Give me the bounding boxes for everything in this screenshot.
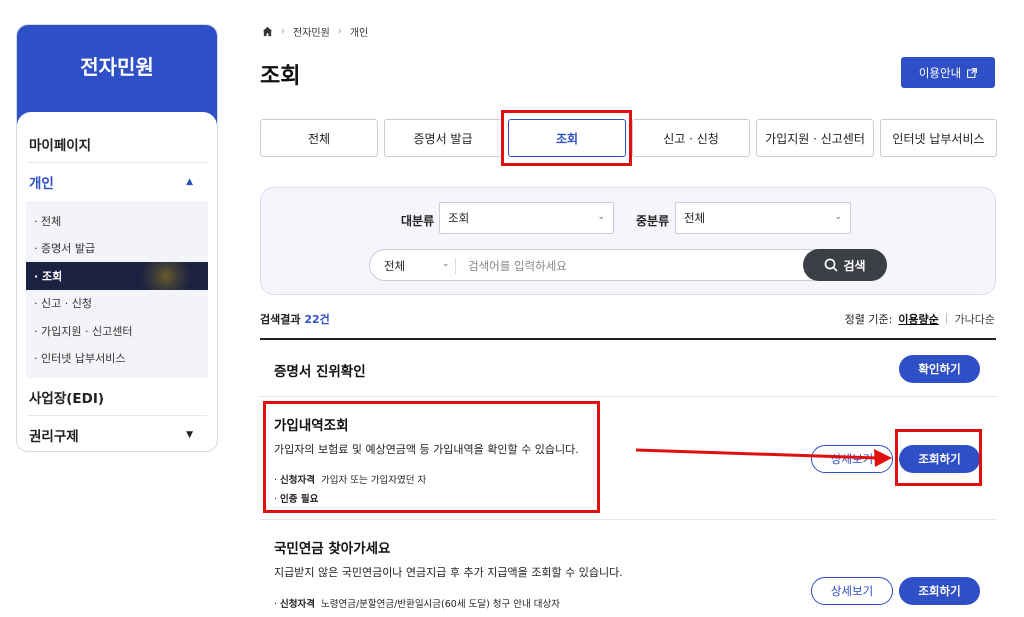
page-title: 조회 bbox=[260, 64, 301, 89]
tab-inquiry[interactable]: 조회 bbox=[508, 119, 626, 157]
search-bar: 전체 ⌄ 검색어를 입력하세요 검색 bbox=[369, 249, 887, 281]
detail-button[interactable]: 상세보기 bbox=[811, 577, 893, 605]
row-title: 증명서 진위확인 bbox=[274, 364, 366, 380]
result-row: 국민연금 찾아가세요 지급받지 않은 국민연금이나 연금지급 후 추가 지급액을… bbox=[260, 520, 996, 617]
sidebar-submenu: · 전체 · 증명서 발급 · 조회 · 신고 · 신청 · 가입지원 · 신고… bbox=[26, 201, 208, 378]
sidebar-item-edi[interactable]: 사업장(EDI) bbox=[27, 378, 207, 416]
sidebar-subitem-inquiry[interactable]: · 조회 bbox=[26, 262, 208, 290]
result-count: 검색결과 22건 bbox=[260, 313, 330, 326]
result-row: 증명서 진위확인 확인하기 bbox=[260, 340, 996, 397]
search-scope-select[interactable]: 전체 bbox=[384, 258, 405, 274]
chevron-down-icon: ⌄ bbox=[442, 259, 450, 269]
breadcrumb-level1[interactable]: 전자민원 bbox=[293, 24, 330, 39]
inquiry-button[interactable]: 조회하기 bbox=[899, 577, 980, 605]
row-eligibility: · 신청자격 가입자 또는 가입자였던 자 bbox=[274, 475, 427, 486]
row-auth-required: · 인증 필요 bbox=[274, 494, 319, 505]
major-category-select[interactable]: 조회 ⌄ bbox=[439, 202, 614, 234]
chevron-right-icon: › bbox=[337, 26, 342, 37]
external-link-icon bbox=[967, 67, 978, 78]
chevron-down-icon: ⌄ bbox=[834, 212, 842, 222]
tab-support[interactable]: 가입지원 · 신고센터 bbox=[756, 119, 874, 157]
row-description: 지급받지 않은 국민연금이나 연금지급 후 추가 지급액을 조회할 수 있습니다… bbox=[274, 566, 623, 579]
search-icon bbox=[825, 258, 839, 272]
annotation-arrow-icon bbox=[635, 448, 892, 467]
home-icon[interactable] bbox=[262, 26, 273, 37]
sidebar-header: 전자민원 bbox=[17, 25, 217, 126]
sidebar-item-personal[interactable]: 개인 ▲ bbox=[27, 163, 207, 201]
tab-report[interactable]: 신고 · 신청 bbox=[632, 119, 750, 157]
breadcrumb: › 전자민원 › 개인 bbox=[262, 24, 368, 39]
sidebar-item-rights[interactable]: 권리구제 ▼ bbox=[27, 416, 207, 451]
tab-certificate[interactable]: 증명서 발급 bbox=[384, 119, 502, 157]
inquiry-button[interactable]: 조회하기 bbox=[899, 445, 980, 473]
sort-by-alphabet[interactable]: 가나다순 bbox=[955, 311, 995, 327]
result-count-number: 22건 bbox=[304, 313, 330, 326]
search-input[interactable]: 검색어를 입력하세요 bbox=[468, 258, 567, 274]
search-button[interactable]: 검색 bbox=[803, 249, 887, 281]
sort-options: 정렬 기준: 이용량순 | 가나다순 bbox=[844, 311, 995, 327]
sidebar-subitem-certificate[interactable]: · 증명서 발급 bbox=[26, 235, 208, 263]
caret-up-icon: ▲ bbox=[186, 177, 193, 187]
sort-by-usage[interactable]: 이용량순 bbox=[898, 311, 938, 327]
row-title: 가입내역조회 bbox=[274, 418, 349, 434]
category-tabs: 전체 증명서 발급 조회 신고 · 신청 가입지원 · 신고센터 인터넷 납부서… bbox=[260, 119, 997, 157]
sidebar: 전자민원 마이페이지 개인 ▲ · 전체 · 증명서 발급 · 조회 · 신고 … bbox=[16, 24, 218, 452]
row-title: 국민연금 찾아가세요 bbox=[274, 541, 391, 557]
minor-category-label: 중분류 bbox=[636, 214, 670, 228]
confirm-button[interactable]: 확인하기 bbox=[899, 355, 980, 383]
guide-button[interactable]: 이용안내 bbox=[901, 57, 995, 88]
sidebar-subitem-payment[interactable]: · 인터넷 납부서비스 bbox=[26, 345, 208, 373]
sidebar-subitem-all[interactable]: · 전체 bbox=[26, 207, 208, 235]
tab-payment[interactable]: 인터넷 납부서비스 bbox=[880, 119, 997, 157]
sidebar-subitem-report[interactable]: · 신고 · 신청 bbox=[26, 290, 208, 318]
breadcrumb-level2[interactable]: 개인 bbox=[350, 24, 368, 39]
chevron-down-icon: ⌄ bbox=[597, 212, 605, 222]
sidebar-subitem-support[interactable]: · 가입지원 · 신고센터 bbox=[26, 317, 208, 345]
row-description: 가입자의 보험료 및 예상연금액 등 가입내역을 확인할 수 있습니다. bbox=[274, 443, 579, 456]
chevron-right-icon: › bbox=[281, 26, 285, 37]
sidebar-title: 전자민원 bbox=[80, 55, 154, 79]
sidebar-item-mypage[interactable]: 마이페이지 bbox=[27, 125, 207, 163]
minor-category-select[interactable]: 전체 ⌄ bbox=[675, 202, 851, 234]
row-eligibility: · 신청자격 노령연금/분할연금/반환일시금(60세 도달) 청구 안내 대상자 bbox=[274, 599, 561, 610]
search-panel: 대분류 조회 ⌄ 중분류 전체 ⌄ 전체 ⌄ 검색어를 입력하세요 검색 bbox=[260, 187, 996, 295]
major-category-label: 대분류 bbox=[401, 214, 435, 228]
tab-all[interactable]: 전체 bbox=[260, 119, 378, 157]
caret-down-icon: ▼ bbox=[186, 430, 193, 440]
